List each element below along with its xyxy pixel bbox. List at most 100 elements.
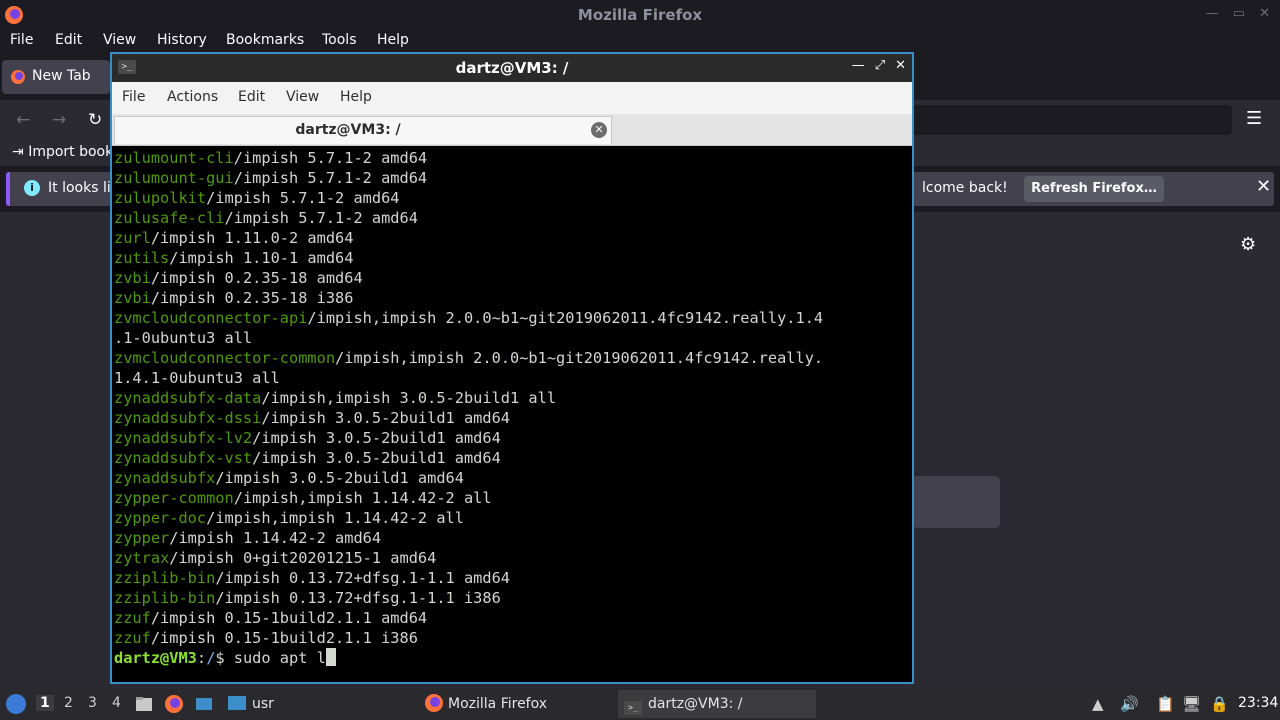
package-name: zvbi bbox=[114, 269, 151, 287]
task-folder-usr[interactable]: usr bbox=[224, 690, 414, 718]
prompt-path: / bbox=[206, 649, 216, 667]
terminal-line: zynaddsubfx-lv2/impish 3.0.5-2build1 amd… bbox=[114, 428, 912, 448]
forward-icon[interactable]: → bbox=[52, 110, 66, 130]
firefox-launcher-icon[interactable] bbox=[164, 694, 184, 714]
notification-text: It looks lik bbox=[48, 180, 119, 196]
menu-edit[interactable]: Edit bbox=[55, 32, 82, 48]
package-details: /impish 0.2.35-18 amd64 bbox=[150, 269, 363, 287]
info-icon: i bbox=[24, 180, 40, 196]
close-icon[interactable]: ✕ bbox=[895, 58, 906, 73]
workspace-3[interactable]: 3 bbox=[88, 695, 97, 711]
text-cursor bbox=[325, 648, 336, 666]
minimize-icon[interactable]: — bbox=[852, 58, 865, 73]
maximize-icon[interactable]: ▭ bbox=[1233, 6, 1245, 21]
terminal-titlebar[interactable]: >_ dartz@VM3: / — ⤢ ✕ bbox=[112, 54, 912, 82]
terminal-line: zziplib-bin/impish 0.13.72+dfsg.1-1.1 am… bbox=[114, 568, 912, 588]
terminal-line: zynaddsubfx/impish 3.0.5-2build1 amd64 bbox=[114, 468, 912, 488]
firefox-window-title: Mozilla Firefox bbox=[577, 6, 703, 24]
minimize-icon[interactable]: — bbox=[1206, 6, 1219, 21]
package-details: /impish,impish 1.14.42-2 all bbox=[206, 509, 464, 527]
menu-file[interactable]: File bbox=[122, 89, 145, 105]
newtab-card[interactable] bbox=[912, 476, 1000, 528]
menu-view[interactable]: View bbox=[103, 32, 136, 48]
clipboard-icon[interactable]: 📋 bbox=[1156, 695, 1175, 713]
menu-view[interactable]: View bbox=[286, 89, 319, 105]
command-input[interactable]: sudo apt l bbox=[234, 649, 326, 667]
package-name: zytrax bbox=[114, 549, 170, 567]
close-icon[interactable]: ✕ bbox=[1259, 6, 1270, 21]
close-tab-icon[interactable]: ✕ bbox=[591, 122, 607, 138]
terminal-line: zvmcloudconnector-common/impish,impish 2… bbox=[114, 348, 912, 368]
package-details: /impish 1.11.0-2 amd64 bbox=[150, 229, 354, 247]
terminal-tab[interactable]: dartz@VM3: / ✕ bbox=[114, 116, 612, 144]
maximize-icon[interactable]: ⤢ bbox=[875, 58, 885, 73]
terminal-line: zziplib-bin/impish 0.13.72+dfsg.1-1.1 i3… bbox=[114, 588, 912, 608]
package-details: /impish 3.0.5-2build1 amd64 bbox=[252, 429, 501, 447]
package-details: /impish 5.7.1-2 amd64 bbox=[233, 169, 428, 187]
menu-help[interactable]: Help bbox=[340, 89, 372, 105]
task-firefox[interactable]: Mozilla Firefox bbox=[420, 690, 612, 718]
terminal-line: zvbi/impish 0.2.35-18 amd64 bbox=[114, 268, 912, 288]
package-name: zynaddsubfx-vst bbox=[114, 449, 253, 467]
package-details: /impish 0.15-1build2.1.1 amd64 bbox=[150, 609, 428, 627]
package-details: /impish 0.13.72+dfsg.1-1.1 amd64 bbox=[215, 569, 511, 587]
reload-icon[interactable]: ↻ bbox=[88, 110, 102, 130]
tray-arrow-icon[interactable]: ▲ bbox=[1092, 695, 1104, 713]
menu-actions[interactable]: Actions bbox=[167, 89, 218, 105]
terminal-output[interactable]: zulumount-cli/impish 5.7.1-2 amd64 zulumo… bbox=[112, 146, 912, 682]
task-label: usr bbox=[252, 696, 274, 712]
package-name: zulusafe-cli bbox=[114, 209, 225, 227]
package-name: zynaddsubfx-dssi bbox=[114, 409, 262, 427]
package-details: /impish,impish 1.14.42-2 all bbox=[233, 489, 492, 507]
workspace-1[interactable]: 1 bbox=[36, 695, 54, 711]
gear-icon[interactable]: ⚙ bbox=[1240, 234, 1256, 255]
workspace-2[interactable]: 2 bbox=[64, 695, 73, 711]
menu-bookmarks[interactable]: Bookmarks bbox=[226, 32, 304, 48]
update-icon[interactable]: 🔒 bbox=[1210, 695, 1229, 713]
package-details: /impish 3.0.5-2build1 amd64 bbox=[261, 409, 511, 427]
package-details: /impish 0.13.72+dfsg.1-1.1 i386 bbox=[215, 589, 501, 607]
terminal-line: zulupolkit/impish 5.7.1-2 amd64 bbox=[114, 188, 912, 208]
package-name: zvmcloudconnector-common bbox=[114, 349, 336, 367]
prompt-line[interactable]: dartz@VM3:/$ sudo apt l bbox=[114, 648, 912, 668]
package-details: /impish 0.2.35-18 i386 bbox=[150, 289, 354, 307]
terminal-line: zurl/impish 1.11.0-2 amd64 bbox=[114, 228, 912, 248]
terminal-line: zynaddsubfx-dssi/impish 3.0.5-2build1 am… bbox=[114, 408, 912, 428]
firefox-titlebar: Mozilla Firefox — ▭ ✕ bbox=[0, 0, 1280, 30]
task-terminal[interactable]: >_ dartz@VM3: / bbox=[618, 690, 816, 718]
workspace-4[interactable]: 4 bbox=[112, 695, 121, 711]
terminal-line: zulusafe-cli/impish 5.7.1-2 amd64 bbox=[114, 208, 912, 228]
close-icon[interactable]: ✕ bbox=[1256, 176, 1271, 197]
terminal-window-title: dartz@VM3: / bbox=[455, 59, 569, 77]
desktop-icon[interactable] bbox=[194, 694, 214, 714]
import-bookmarks-label: Import book bbox=[28, 144, 114, 160]
package-details: /impish,impish 2.0.0~b1~git2019062011.4f… bbox=[307, 309, 824, 327]
volume-icon[interactable]: 🔊 bbox=[1120, 695, 1139, 713]
terminal-line: zypper-doc/impish,impish 1.14.42-2 all bbox=[114, 508, 912, 528]
package-name: zvbi bbox=[114, 289, 151, 307]
back-icon[interactable]: ← bbox=[16, 110, 30, 130]
network-icon[interactable]: 🖥 bbox=[1182, 695, 1201, 713]
clock: 23:34 bbox=[1238, 695, 1279, 711]
terminal-line: zynaddsubfx-data/impish,impish 3.0.5-2bu… bbox=[114, 388, 912, 408]
menu-file[interactable]: File bbox=[10, 32, 33, 48]
firefox-window-controls: — ▭ ✕ bbox=[1206, 6, 1270, 21]
refresh-firefox-button[interactable]: Refresh Firefox… bbox=[1024, 176, 1164, 202]
menu-tools[interactable]: Tools bbox=[322, 32, 357, 48]
import-bookmarks-link[interactable]: ⇥ Import book bbox=[12, 144, 113, 160]
prompt-separator: : bbox=[196, 649, 207, 667]
menu-history[interactable]: History bbox=[157, 32, 207, 48]
notification-text-tail: lcome back! bbox=[922, 180, 1008, 196]
file-manager-icon[interactable] bbox=[134, 694, 154, 714]
start-menu-icon[interactable] bbox=[6, 694, 26, 714]
tab-new-tab[interactable]: New Tab bbox=[2, 60, 110, 94]
package-name: zziplib-bin bbox=[114, 569, 216, 587]
menu-help[interactable]: Help bbox=[377, 32, 409, 48]
menu-edit[interactable]: Edit bbox=[238, 89, 265, 105]
package-details: 1.4.1-0ubuntu3 all bbox=[114, 369, 280, 387]
terminal-window: >_ dartz@VM3: / — ⤢ ✕ File Actions Edit … bbox=[110, 52, 914, 684]
terminal-line: 1.4.1-0ubuntu3 all bbox=[114, 368, 912, 388]
terminal-line: zvbi/impish 0.2.35-18 i386 bbox=[114, 288, 912, 308]
hamburger-menu-icon[interactable]: ☰ bbox=[1246, 108, 1262, 129]
url-bar[interactable] bbox=[912, 105, 1232, 135]
